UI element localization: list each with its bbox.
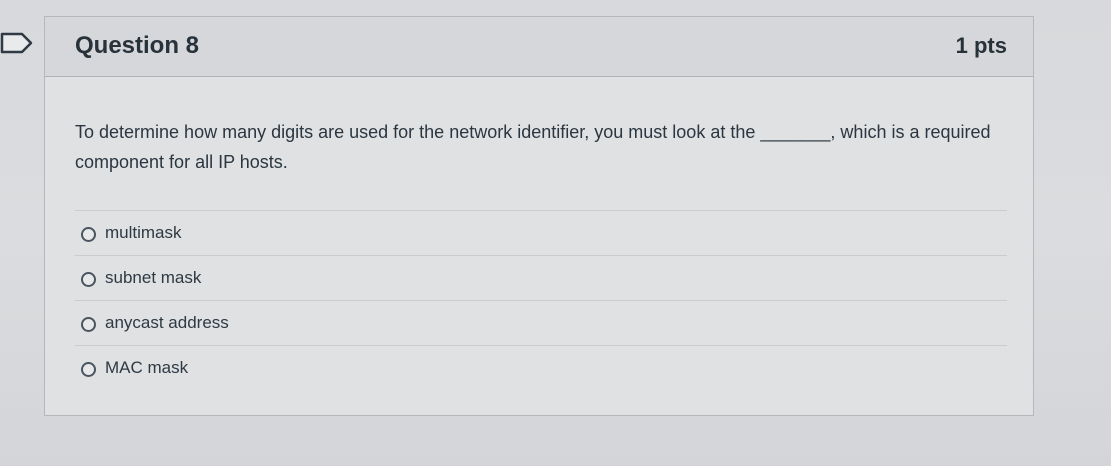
- answer-label[interactable]: anycast address: [105, 312, 229, 334]
- question-title: Question 8: [75, 32, 200, 59]
- answer-option-multimask[interactable]: multimask: [75, 210, 1007, 255]
- question-text: To determine how many digits are used fo…: [75, 122, 991, 172]
- answer-option-mac-mask[interactable]: MAC mask: [75, 345, 1007, 390]
- radio-button-icon[interactable]: [81, 272, 96, 287]
- answer-label[interactable]: MAC mask: [105, 357, 188, 379]
- answer-label[interactable]: multimask: [105, 222, 182, 244]
- radio-button-icon[interactable]: [81, 317, 96, 332]
- answer-label[interactable]: subnet mask: [105, 267, 201, 289]
- answer-option-anycast-address[interactable]: anycast address: [75, 300, 1007, 345]
- answer-list: multimask subnet mask anycast address MA…: [75, 210, 1007, 390]
- question-card: Question 8 1 pts To determine how many d…: [44, 16, 1034, 416]
- radio-button-icon[interactable]: [81, 362, 96, 377]
- question-points: 1 pts: [955, 33, 1007, 58]
- radio-button-icon[interactable]: [81, 227, 96, 242]
- answer-option-subnet-mask[interactable]: subnet mask: [75, 255, 1007, 300]
- question-header: Question 8 1 pts: [45, 17, 1033, 77]
- flag-question-icon[interactable]: [0, 32, 34, 54]
